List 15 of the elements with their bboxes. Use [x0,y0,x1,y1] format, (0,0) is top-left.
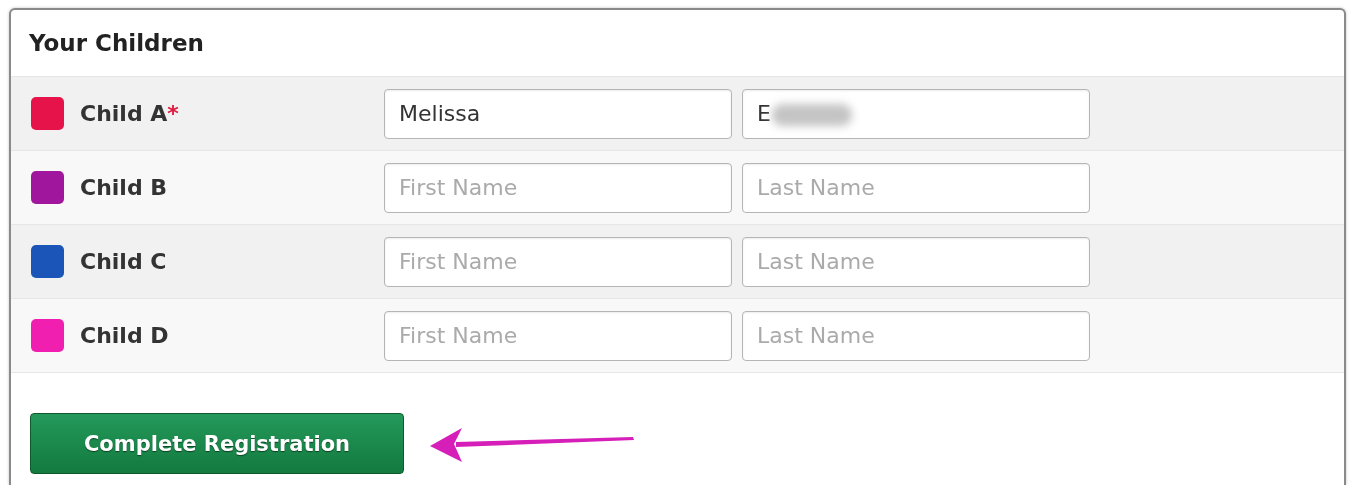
child-label: Child D [80,323,169,348]
arrow-icon [430,427,634,462]
name-input-field[interactable]: E [742,88,1090,139]
name-input-field[interactable]: Last Name [742,310,1090,361]
child-label: Child A [80,101,168,126]
name-input-field[interactable]: First Name [384,162,732,213]
name-input-field[interactable]: Last Name [742,236,1090,287]
name-input-field[interactable]: First Name [384,310,732,361]
name-input-field[interactable]: Last Name [742,162,1090,213]
name-input-field[interactable]: Melissa [384,88,732,139]
complete-registration-button[interactable]: Complete Registration [30,413,404,474]
name-input-field[interactable]: First Name [384,236,732,287]
required-asterisk: * [167,101,179,126]
child-label: Child B [80,175,168,200]
child-label: Child C [80,249,167,274]
